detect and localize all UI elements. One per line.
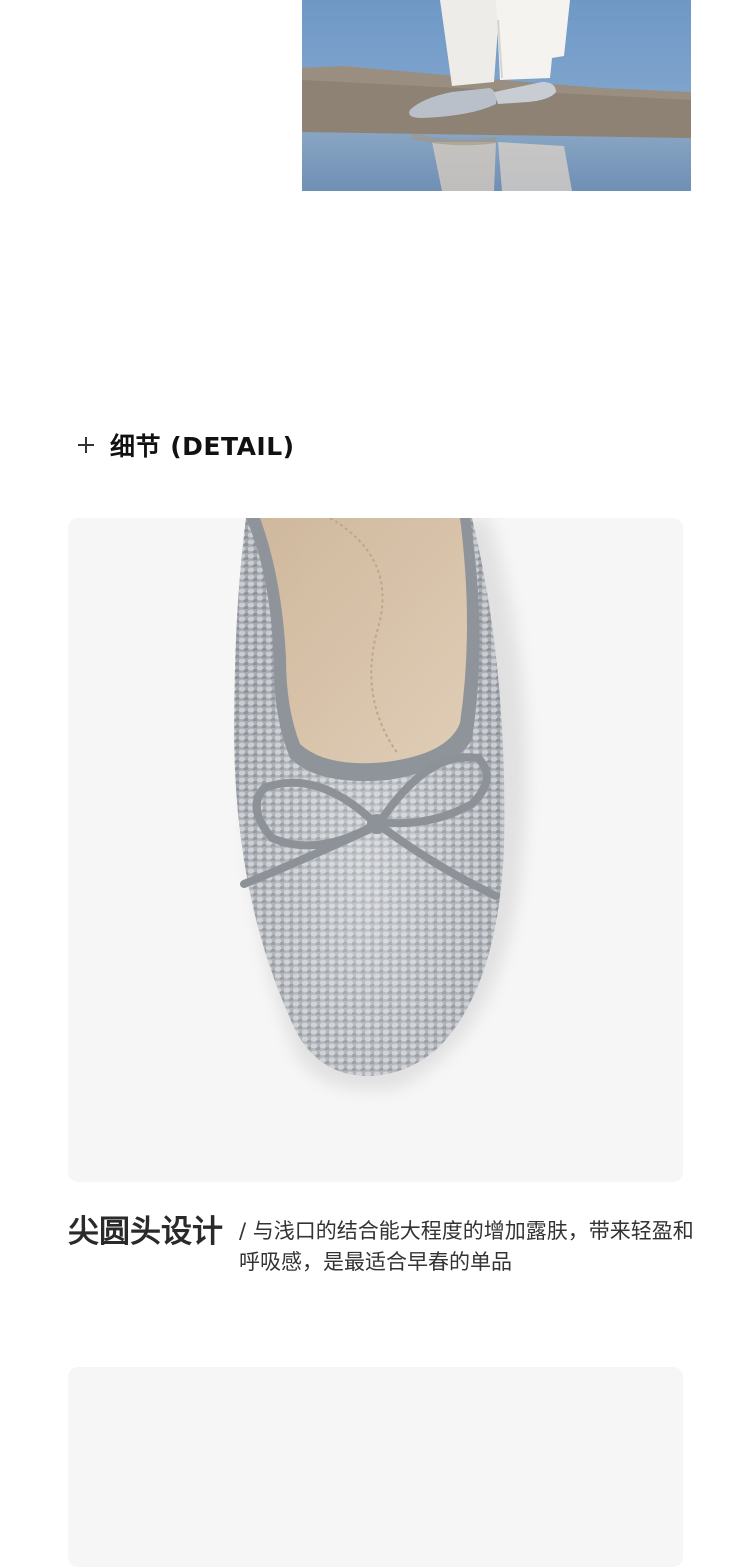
caption-description: / 与浅口的结合能大程度的增加露肤，带来轻盈和呼吸感，是最适合早春的单品 [239, 1219, 694, 1274]
section-header: 细节 (DETAIL) [78, 428, 295, 462]
plus-icon [78, 437, 94, 453]
caption-title: 尖圆头设计 [68, 1214, 223, 1250]
shoe-detail-illustration [234, 518, 527, 1090]
detail-image-card [68, 518, 683, 1182]
next-detail-image-card [68, 1367, 683, 1567]
section-title: 细节 (DETAIL) [110, 432, 295, 461]
detail-caption: 尖圆头设计 / 与浅口的结合能大程度的增加露肤，带来轻盈和呼吸感，是最适合早春的… [68, 1210, 708, 1278]
hero-photo [302, 0, 691, 191]
